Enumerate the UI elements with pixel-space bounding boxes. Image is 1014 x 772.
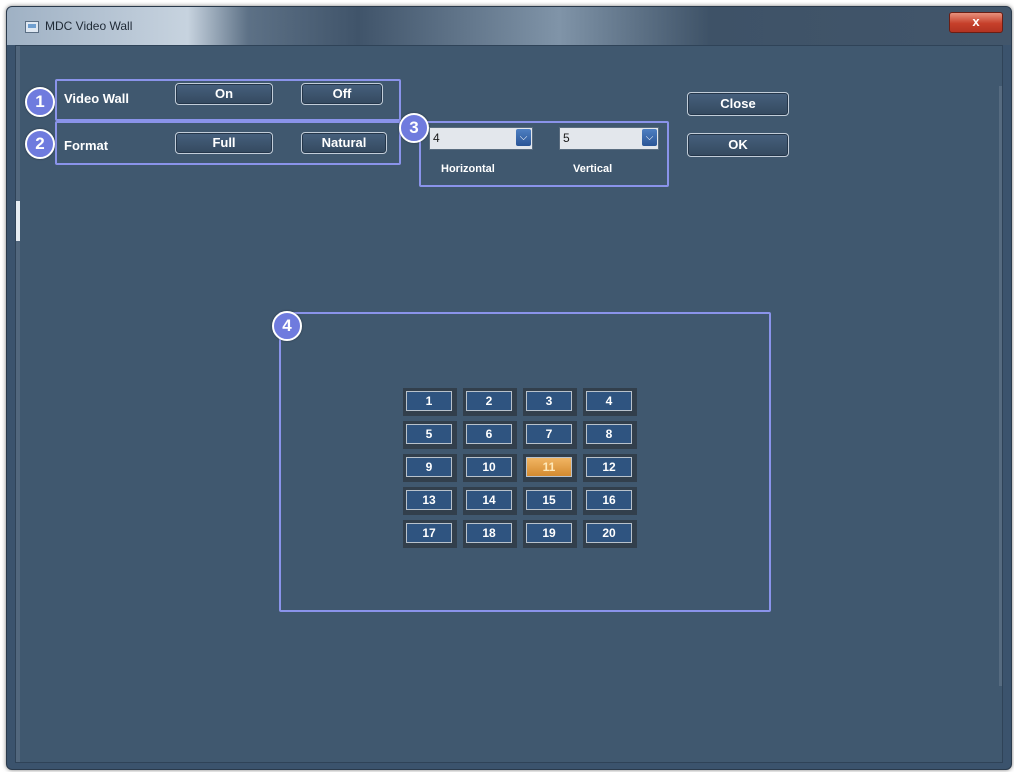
window-title: MDC Video Wall [45,19,133,33]
title-bar: MDC Video Wall x [7,7,1011,45]
annotation-badge-2: 2 [25,129,55,159]
grid-cell-label: 19 [526,523,572,543]
ok-button[interactable]: OK [687,133,789,157]
annotation-badge-4: 4 [272,311,302,341]
annotation-badge-1: 1 [25,87,55,117]
vertical-select[interactable]: 5 ⌵ [559,127,659,150]
grid-cell[interactable]: 13 [403,487,457,515]
grid-cell[interactable]: 4 [583,388,637,416]
grid-cell-label: 9 [406,457,452,477]
grid-cell[interactable]: 19 [523,520,577,548]
window-close-button[interactable]: x [949,12,1003,33]
grid-cell[interactable]: 10 [463,454,517,482]
grid-cell[interactable]: 16 [583,487,637,515]
grid-cell-label: 1 [406,391,452,411]
grid-cell-label: 5 [406,424,452,444]
grid-cell-label: 13 [406,490,452,510]
grid-cell[interactable]: 15 [523,487,577,515]
grid-cell-label: 18 [466,523,512,543]
grid-cell[interactable]: 9 [403,454,457,482]
grid-cell-label: 17 [406,523,452,543]
grid-cell[interactable]: 11 [523,454,577,482]
grid-cell-label: 11 [526,457,572,477]
grid-cell-label: 15 [526,490,572,510]
grid-cell[interactable]: 12 [583,454,637,482]
grid-cell-label: 20 [586,523,632,543]
grid-cell[interactable]: 5 [403,421,457,449]
grid-cell-label: 16 [586,490,632,510]
annotation-badge-3: 3 [399,113,429,143]
grid-cell-label: 3 [526,391,572,411]
left-edge [16,46,20,762]
app-icon [25,21,39,33]
grid-cell[interactable]: 1 [403,388,457,416]
grid-cell-label: 10 [466,457,512,477]
video-wall-off-button[interactable]: Off [301,83,383,105]
grid-cell[interactable]: 20 [583,520,637,548]
horizontal-select[interactable]: 4 ⌵ [429,127,533,150]
vertical-label: Vertical [573,163,613,175]
format-natural-button[interactable]: Natural [301,132,387,154]
grid-cell-label: 14 [466,490,512,510]
video-wall-grid: 1 2 3 4 5 6 7 8 9 10 11 12 13 14 15 16 17 18 19 20 [403,388,640,553]
format-label: Format [64,138,109,153]
horizontal-label: Horizontal [441,163,495,175]
chevron-down-icon[interactable]: ⌵ [516,129,531,146]
grid-cell-label: 12 [586,457,632,477]
video-wall-on-button[interactable]: On [175,83,273,105]
grid-cell-label: 7 [526,424,572,444]
close-button[interactable]: Close [687,92,789,116]
grid-cell[interactable]: 7 [523,421,577,449]
grid-cell-label: 4 [586,391,632,411]
grid-cell[interactable]: 17 [403,520,457,548]
grid-cell[interactable]: 14 [463,487,517,515]
grid-cell[interactable]: 18 [463,520,517,548]
video-wall-label: Video Wall [64,91,130,106]
grid-cell[interactable]: 3 [523,388,577,416]
grid-cell-label: 6 [466,424,512,444]
format-full-button[interactable]: Full [175,132,273,154]
right-edge [999,86,1002,686]
chevron-down-icon[interactable]: ⌵ [642,129,657,146]
vertical-value: 5 [563,131,570,145]
grid-cell[interactable]: 6 [463,421,517,449]
grid-cell-label: 8 [586,424,632,444]
grid-cell[interactable]: 2 [463,388,517,416]
horizontal-value: 4 [433,131,440,145]
grid-cell-label: 2 [466,391,512,411]
grid-cell[interactable]: 8 [583,421,637,449]
